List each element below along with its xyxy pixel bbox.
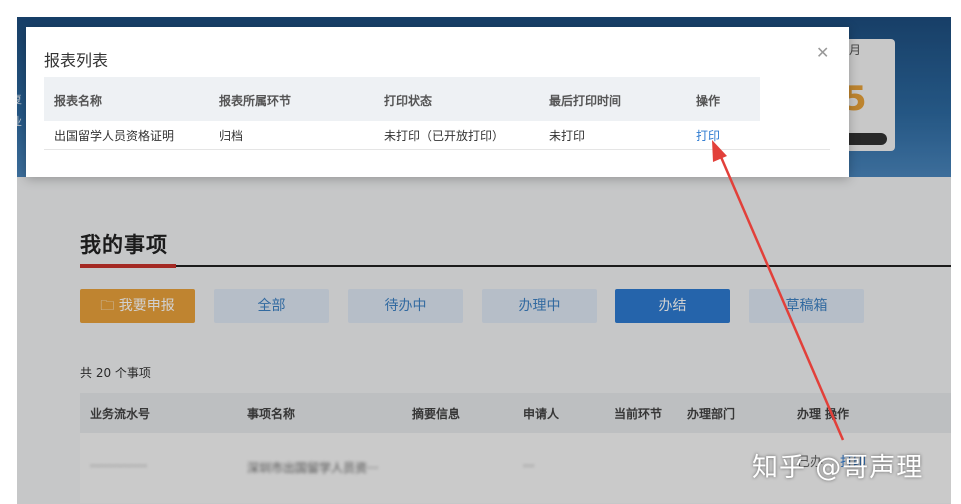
report-stage: 归档	[219, 129, 244, 143]
report-table-header: 报表名称 报表所属环节 打印状态 最后打印时间 操作	[44, 77, 760, 121]
watermark: 知乎 @哥声理	[752, 453, 924, 483]
report-name: 出国留学人员资格证明	[54, 129, 175, 143]
print-link[interactable]: 打印	[696, 127, 720, 144]
col-operation: 操作	[696, 94, 721, 108]
table-row: 出国留学人员资格证明 归档 未打印（已开放打印） 未打印 打印	[44, 121, 830, 150]
modal-title: 报表列表	[44, 51, 109, 70]
col-print-status: 打印状态	[384, 94, 433, 108]
close-icon[interactable]: ✕	[816, 43, 829, 62]
print-status: 未打印（已开放打印）	[384, 129, 505, 143]
last-print-time: 未打印	[549, 129, 586, 143]
col-report-name: 报表名称	[54, 94, 103, 108]
col-report-stage: 报表所属环节	[219, 94, 292, 108]
report-list-modal: 报表列表 ✕ 报表名称 报表所属环节 打印状态 最后打印时间 操作 出国留学人员…	[26, 27, 849, 177]
col-last-print-time: 最后打印时间	[549, 94, 622, 108]
